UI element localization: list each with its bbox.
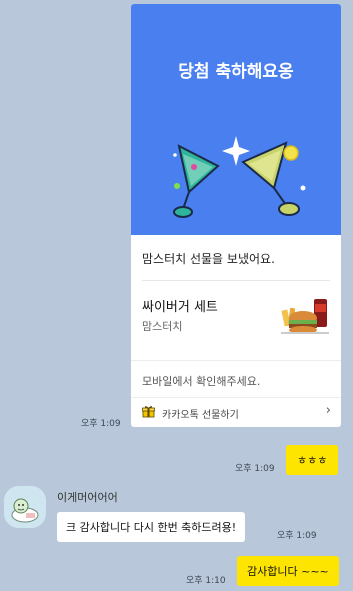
mobile-note-text: 모바일에서 확인해주세요.: [142, 375, 261, 388]
cocktail-glasses-illustration: [173, 136, 306, 218]
gift-banner: 당첨 축하해요옹: [131, 4, 341, 235]
burger-set-image: [281, 299, 329, 334]
mobile-note: 모바일에서 확인해주세요.: [131, 360, 341, 398]
sender-name: 이게머어어어: [57, 491, 118, 504]
gift-timestamp: 오후 1:09: [81, 419, 121, 429]
gift-sent-text: 맘스터치 선물을 보냈어요.: [142, 252, 275, 266]
message-timestamp: 오후 1:09: [277, 531, 317, 541]
chevron-right-icon: ›: [325, 403, 331, 418]
my-message-bubble[interactable]: 감사합니다 ~~~: [237, 556, 339, 586]
other-message-bubble[interactable]: 크 감사합니다 다시 한번 축하드려용!: [57, 512, 246, 542]
gift-box-icon: [142, 406, 155, 418]
product-name: 싸이버거 세트: [142, 300, 218, 315]
brand-name: 맘스터치: [142, 320, 183, 333]
avatar-character-icon: [4, 486, 46, 528]
message-timestamp: 오후 1:10: [186, 576, 226, 586]
my-message-bubble[interactable]: ㅎㅎㅎ: [286, 445, 339, 475]
avatar[interactable]: [4, 486, 46, 528]
kakao-gift-link[interactable]: 카카오톡 선물하기 ›: [131, 397, 341, 427]
message-timestamp: 오후 1:09: [235, 464, 275, 474]
gift-card-message[interactable]: 당첨 축하해요옹 맘스터치 선물을 보냈어요. 싸이버거 세트 맘스터치 모바일…: [131, 4, 341, 427]
gift-link-label: 카카오톡 선물하기: [162, 410, 239, 421]
card-divider: [142, 280, 330, 281]
